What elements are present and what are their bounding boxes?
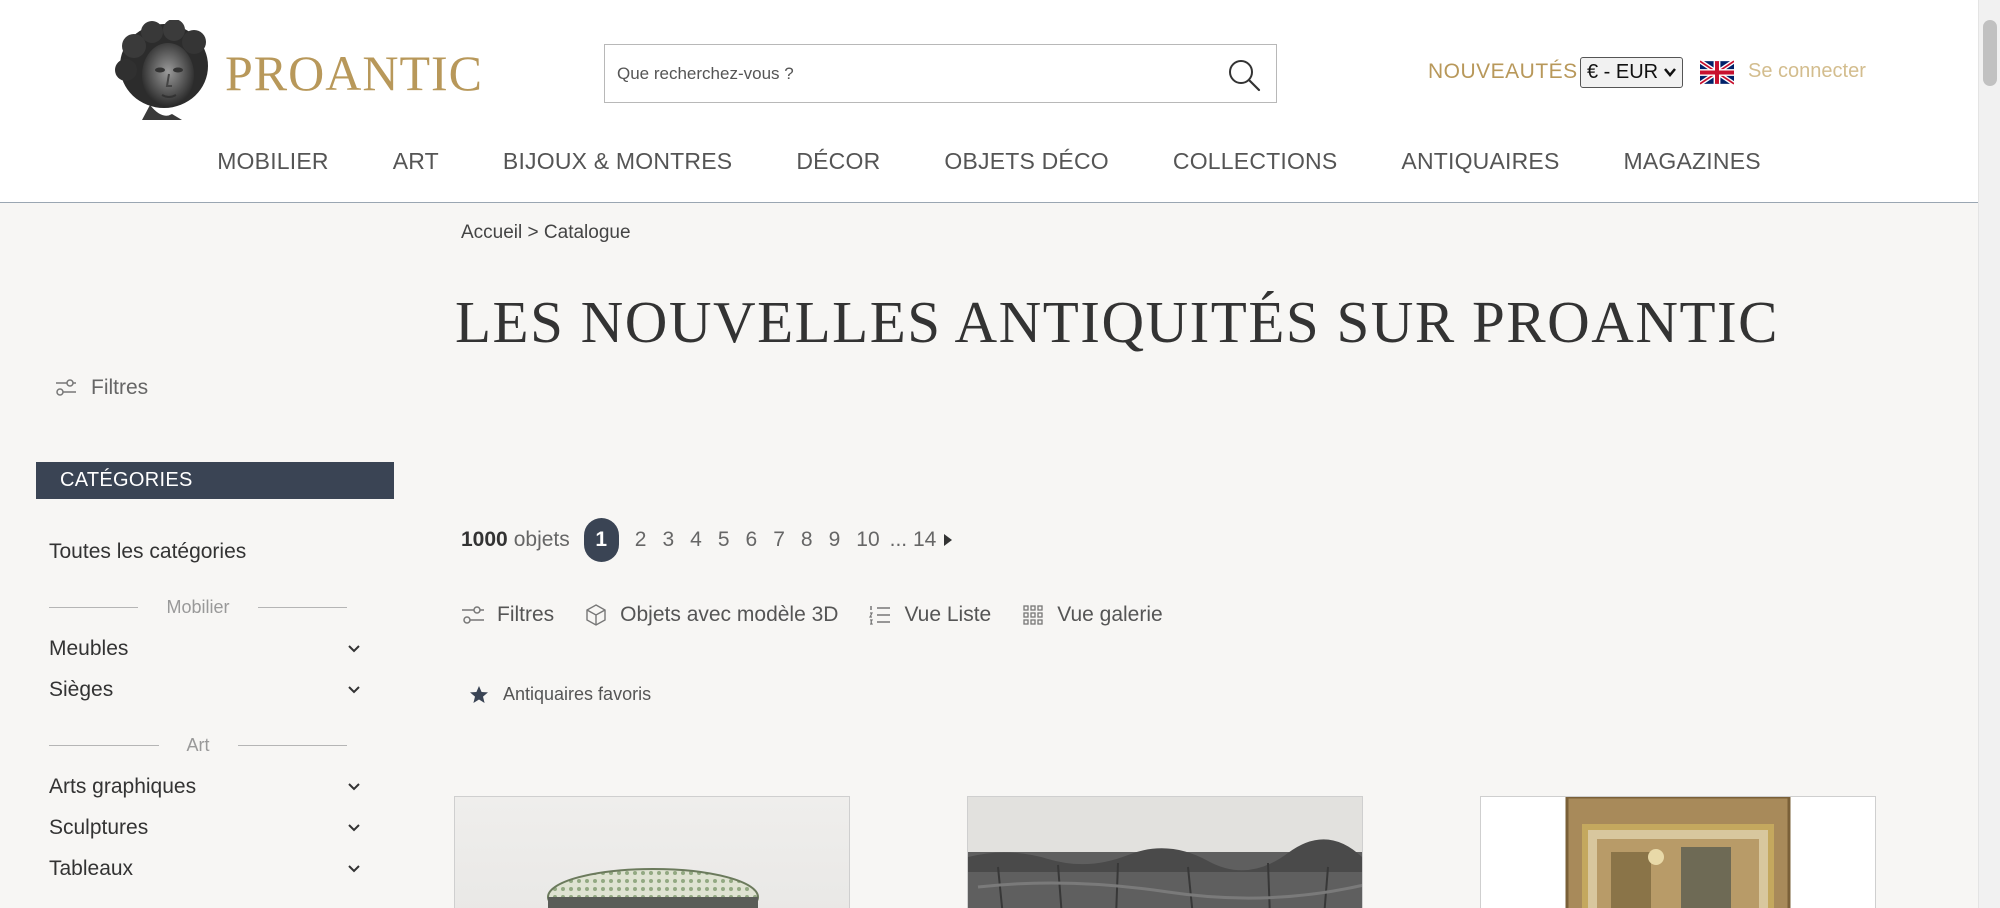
product-card[interactable] [1480, 796, 1876, 908]
breadcrumb[interactable]: Accueil > Catalogue [461, 222, 631, 244]
page-title: LES NOUVELLES ANTIQUITÉS SUR PROANTIC [455, 289, 1779, 355]
3d-models-label: Objets avec modèle 3D [620, 603, 839, 626]
pagination: 1000 objets 1 2 3 4 5 6 7 8 9 10 ... 14 [461, 518, 954, 562]
star-icon [470, 685, 488, 703]
gallery-view-label: Vue galerie [1057, 603, 1163, 626]
sidebar-filters-label: Filtres [91, 376, 149, 399]
currency-value: € - EUR [1587, 61, 1659, 83]
scrollbar-thumb[interactable] [1983, 20, 1997, 86]
currency-select[interactable]: € - EUR [1580, 57, 1683, 88]
page-link[interactable]: 5 [718, 528, 730, 552]
grid-view-icon [1023, 605, 1043, 625]
result-count-label: objets [513, 528, 570, 551]
sidebar-item-sieges[interactable]: Sièges [49, 678, 364, 702]
product-image[interactable] [968, 797, 1363, 908]
product-card[interactable] [967, 796, 1363, 908]
nav-item-antiquaires[interactable]: ANTIQUAIRES [1401, 148, 1559, 175]
page-link[interactable]: 3 [662, 528, 674, 552]
sidebar-item-meubles[interactable]: Meubles [49, 637, 364, 661]
nav-item-mobilier[interactable]: MOBILIER [217, 148, 329, 175]
page-link[interactable]: 8 [801, 528, 813, 552]
chevron-down-icon[interactable] [347, 780, 361, 794]
chevron-down-icon [1664, 68, 1676, 77]
chevron-down-icon[interactable] [347, 683, 361, 697]
page-link-last[interactable]: ... 14 [890, 528, 937, 552]
sidebar-item-label: Tableaux [49, 857, 134, 880]
group-label-mobilier: Mobilier [166, 596, 230, 617]
chevron-down-icon[interactable] [347, 821, 361, 835]
result-count: 1000 [461, 528, 508, 551]
listing-toolbar: Filtres Objets avec modèle 3D Vue Liste [461, 603, 1193, 627]
search-icon[interactable] [1226, 57, 1262, 93]
nav-item-bijoux-montres[interactable]: BIJOUX & MONTRES [503, 148, 732, 175]
cube-3d-icon [586, 604, 606, 626]
product-image[interactable] [455, 797, 850, 908]
favorite-dealers-toggle[interactable]: Antiquaires favoris [469, 684, 651, 705]
list-view-button[interactable]: Vue Liste [868, 603, 991, 627]
product-image[interactable] [1481, 797, 1876, 908]
filters-button[interactable]: Filtres [461, 603, 554, 627]
list-view-icon [869, 606, 891, 625]
sidebar-item-label: Meubles [49, 637, 129, 660]
3d-models-button[interactable]: Objets avec modèle 3D [584, 603, 838, 627]
product-card[interactable] [454, 796, 850, 908]
nav-item-collections[interactable]: COLLECTIONS [1173, 148, 1338, 175]
favorite-dealers-label: Antiquaires favoris [503, 684, 652, 704]
uk-flag-icon[interactable] [1700, 60, 1734, 85]
categories-header: CATÉGORIES [36, 462, 394, 499]
filters-icon [56, 379, 76, 396]
main-nav: MOBILIER ART BIJOUX & MONTRES DÉCOR OBJE… [0, 148, 1978, 175]
caret-right-icon[interactable] [942, 532, 954, 548]
gallery-view-button[interactable]: Vue galerie [1021, 603, 1163, 627]
sidebar-item-label: Sculptures [49, 816, 149, 839]
sidebar-item-label: Sièges [49, 678, 114, 701]
sidebar-item-tableaux[interactable]: Tableaux [49, 857, 364, 881]
page-current[interactable]: 1 [583, 518, 619, 562]
logo-bust-icon[interactable] [112, 20, 212, 122]
page-link[interactable]: 10 [856, 528, 879, 552]
search-box [604, 44, 1277, 103]
chevron-down-icon[interactable] [347, 862, 361, 876]
group-label-art: Art [186, 734, 210, 755]
logo-text[interactable]: PROANTIC [225, 44, 483, 102]
page-link[interactable]: 7 [773, 528, 785, 552]
sidebar-item-sculptures[interactable]: Sculptures [49, 816, 364, 840]
nav-item-magazines[interactable]: MAGAZINES [1624, 148, 1761, 175]
filters-label: Filtres [497, 603, 555, 626]
signin-link[interactable]: Se connecter [1748, 60, 1866, 83]
page-link[interactable]: 6 [746, 528, 758, 552]
sidebar-item-arts-graphiques[interactable]: Arts graphiques [49, 775, 364, 799]
chevron-down-icon[interactable] [347, 642, 361, 656]
filters-icon [462, 606, 484, 624]
all-categories-link[interactable]: Toutes les catégories [49, 540, 246, 564]
nav-item-objets-deco[interactable]: OBJETS DÉCO [944, 148, 1109, 175]
nav-item-art[interactable]: ART [393, 148, 439, 175]
nav-item-decor[interactable]: DÉCOR [796, 148, 880, 175]
group-divider-mobilier: Mobilier [49, 595, 347, 619]
site-header: PROANTIC NOUVEAUTÉS € - EUR Se connecter… [0, 0, 1978, 203]
nouveautes-link[interactable]: NOUVEAUTÉS [1428, 60, 1578, 84]
list-view-label: Vue Liste [904, 603, 992, 626]
page-link[interactable]: 9 [829, 528, 841, 552]
search-input[interactable] [605, 45, 1205, 102]
sidebar-item-label: Arts graphiques [49, 775, 197, 798]
page-link[interactable]: 4 [690, 528, 702, 552]
group-divider-art: Art [49, 733, 348, 757]
page-scrollbar[interactable] [1978, 0, 2000, 908]
page-link[interactable]: 2 [635, 528, 647, 552]
sidebar-filters-button[interactable]: Filtres [55, 376, 148, 400]
